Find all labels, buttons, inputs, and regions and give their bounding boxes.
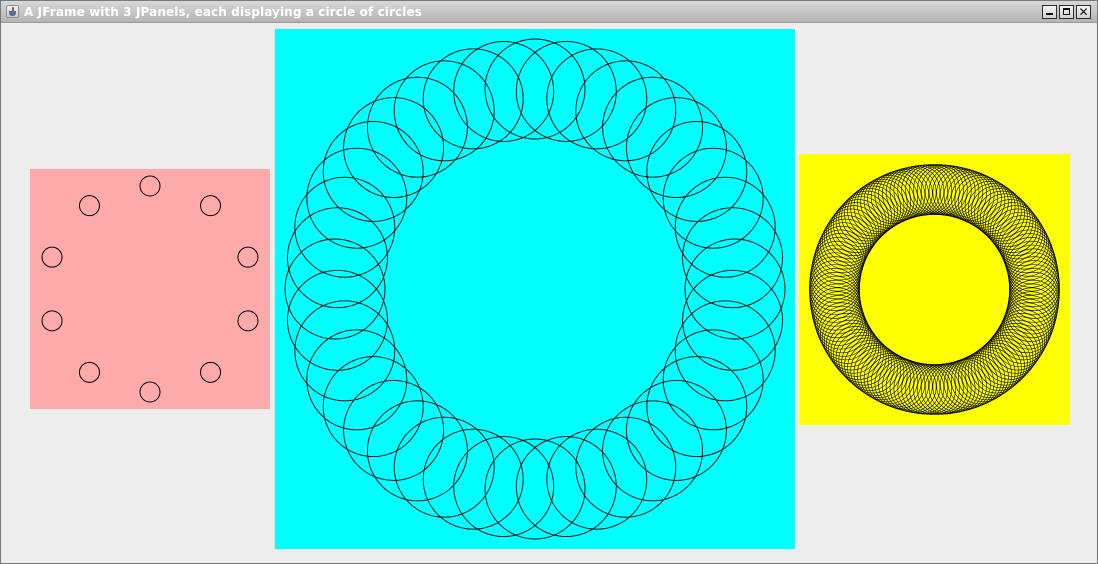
java-cup-icon[interactable] [6, 5, 19, 18]
panel-cyan [275, 29, 795, 549]
pink-circle-of-circles [30, 169, 270, 409]
app-window: A JFrame with 3 JPanels, each displaying… [0, 0, 1098, 564]
window-title: A JFrame with 3 JPanels, each displaying… [24, 5, 422, 19]
minimize-button[interactable] [1042, 5, 1057, 19]
window-controls: ✕ [1042, 5, 1091, 19]
minimize-icon [1046, 13, 1053, 15]
pink-panel-background [30, 169, 270, 409]
maximize-button[interactable] [1059, 5, 1074, 19]
panel-yellow [799, 154, 1070, 425]
content-pane [1, 23, 1097, 563]
yellow-circle-of-circles [799, 154, 1070, 425]
yellow-panel-background [799, 154, 1070, 425]
close-icon: ✕ [1078, 4, 1089, 19]
cyan-circle-of-circles [275, 29, 795, 549]
panel-pink [30, 169, 270, 409]
title-bar[interactable]: A JFrame with 3 JPanels, each displaying… [1, 1, 1097, 23]
cyan-panel-background [275, 29, 795, 549]
close-button[interactable]: ✕ [1076, 5, 1091, 19]
maximize-icon [1063, 8, 1070, 15]
